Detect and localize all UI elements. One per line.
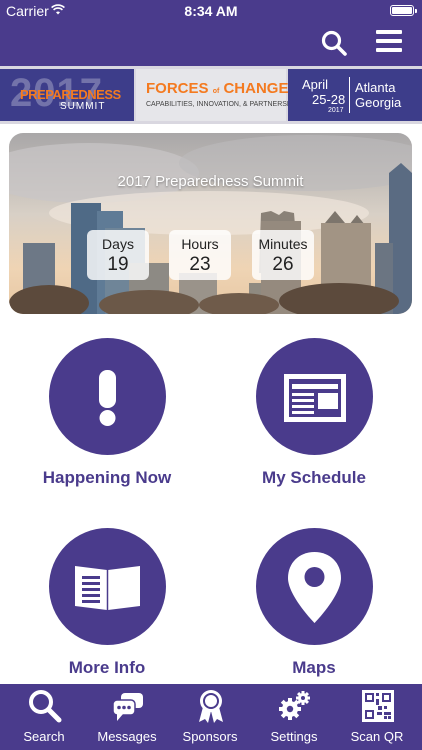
search-icon (29, 690, 62, 723)
newspaper-icon (284, 374, 346, 422)
battery-icon (390, 5, 417, 16)
tab-scan-qr[interactable]: Scan QR (335, 684, 419, 750)
banner-state: Georgia (355, 95, 402, 110)
tile-happening-now[interactable]: Happening Now (17, 338, 197, 508)
tile-label: Maps (292, 658, 336, 677)
tile-circle (49, 528, 166, 645)
banner-theme-title: FORCES of CHANGE: (146, 80, 294, 97)
banner-theme-subtitle: CAPABILITIES, INNOVATION, & PARTNERSHIPS (146, 101, 304, 108)
countdown-minutes: Minutes 26 (252, 230, 314, 280)
qr-code-icon (362, 690, 394, 722)
summit-logo: 2017 PREPAREDNESS SUMMIT (0, 69, 134, 121)
banner-theme: FORCES of CHANGE: CAPABILITIES, INNOVATI… (136, 69, 303, 121)
banner-city: Atlanta (355, 80, 396, 95)
countdown-hours-label: Hours (181, 236, 219, 252)
tab-search[interactable]: Search (2, 684, 86, 750)
city-skyline-image (9, 133, 412, 314)
status-bar: Carrier 8:34 AM (0, 0, 422, 22)
countdown-days-label: Days (102, 236, 134, 252)
gears-icon (279, 691, 310, 720)
countdown-hours-value: 23 (189, 254, 211, 275)
banner-date-location: April 25-28 2017 Atlanta Georgia (288, 69, 422, 121)
countdown-days: Days 19 (87, 230, 149, 280)
exclamation-icon (99, 370, 116, 426)
tab-label: Search (23, 729, 65, 744)
open-book-icon (75, 566, 140, 610)
search-icon[interactable] (321, 30, 347, 56)
tab-label: Scan QR (350, 729, 404, 744)
tab-label: Settings (270, 729, 318, 744)
tile-my-schedule[interactable]: My Schedule (224, 338, 404, 508)
banner-summit: SUMMIT (60, 101, 106, 112)
event-banner[interactable]: 2017 PREPAREDNESS SUMMIT FORCES of CHANG… (0, 66, 422, 124)
tab-label: Sponsors (182, 729, 238, 744)
tile-label: More Info (68, 658, 146, 677)
tile-circle (49, 338, 166, 455)
hamburger-menu-icon[interactable] (376, 30, 402, 54)
tile-maps[interactable]: Maps (224, 528, 404, 698)
tile-circle (256, 338, 373, 455)
tile-label: Happening Now (42, 468, 172, 487)
tab-messages[interactable]: Messages (85, 684, 169, 750)
hero-countdown-card: 2017 Preparedness Summit Days 19 Hours 2… (9, 133, 412, 314)
ribbon-badge-icon (199, 690, 223, 723)
hero-title: 2017 Preparedness Summit (117, 173, 304, 190)
tab-settings[interactable]: Settings (252, 684, 336, 750)
countdown-days-value: 19 (107, 254, 129, 275)
tab-label: Messages (97, 729, 157, 744)
banner-date-year: 2017 (328, 107, 344, 114)
countdown-minutes-value: 26 (272, 254, 294, 275)
tile-label: My Schedule (262, 468, 366, 487)
countdown-minutes-label: Minutes (258, 236, 308, 252)
bottom-tab-bar: Search Messages Sponsors Settings Scan Q… (0, 684, 422, 750)
banner-preparedness: PREPAREDNESS (20, 87, 121, 102)
banner-month: April (302, 77, 329, 92)
tile-circle (256, 528, 373, 645)
tile-more-info[interactable]: More Info (17, 528, 197, 698)
map-pin-icon (288, 552, 341, 623)
chat-bubbles-icon (112, 693, 143, 721)
countdown-hours: Hours 23 (169, 230, 231, 280)
clock: 8:34 AM (184, 3, 238, 19)
banner-dates: 25-28 (312, 92, 346, 107)
app-header: Carrier 8:34 AM (0, 0, 422, 66)
tab-sponsors[interactable]: Sponsors (168, 684, 252, 750)
banner-divider (349, 77, 350, 113)
